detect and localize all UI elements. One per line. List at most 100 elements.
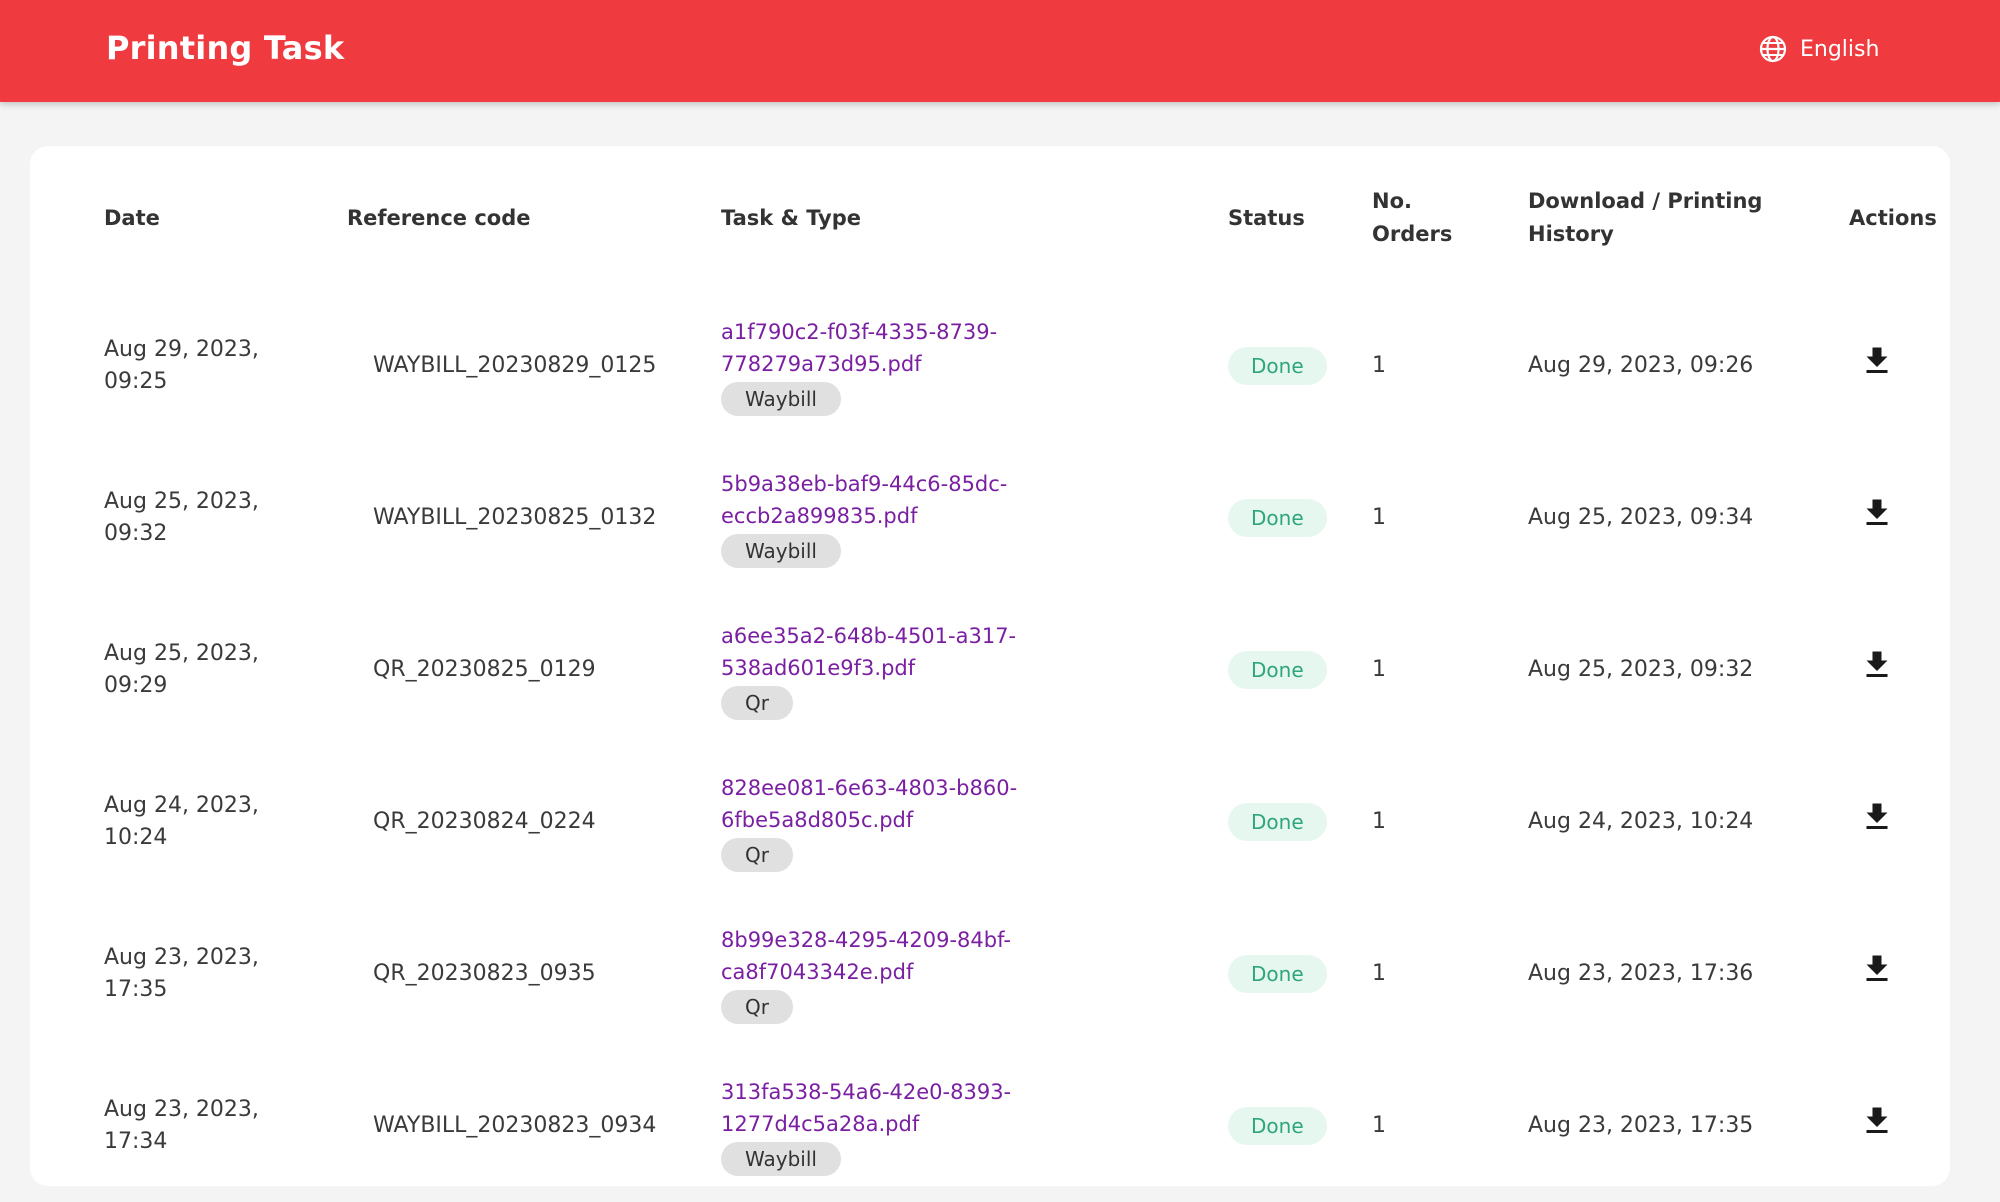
actions-cell xyxy=(1849,746,1950,898)
date-line2: 09:25 xyxy=(104,369,168,394)
date-cell: Aug 25, 2023, 09:32 xyxy=(30,442,347,594)
task-file-line2: 778279a73d95.pdf xyxy=(721,352,922,376)
reference-code: WAYBILL_20230829_0125 xyxy=(373,353,657,378)
column-header-actions: Actions xyxy=(1849,205,1937,230)
task-file-link[interactable]: 313fa538-54a6-42e0-8393- 1277d4c5a28a.pdf xyxy=(721,1076,1051,1140)
reference-code: WAYBILL_20230823_0934 xyxy=(373,1113,657,1138)
status-cell: Done xyxy=(1228,442,1372,594)
date-cell: Aug 24, 2023, 10:24 xyxy=(30,746,347,898)
task-file-line1: 828ee081-6e63-4803-b860- xyxy=(721,776,1018,800)
actions-cell xyxy=(1849,898,1950,1050)
download-icon[interactable] xyxy=(1859,951,1895,987)
column-header-no-orders-line1: No. xyxy=(1372,189,1412,213)
language-label: English xyxy=(1800,36,1880,62)
reference-code-cell: QR_20230825_0129 xyxy=(347,594,721,746)
history-cell: Aug 23, 2023, 17:35 xyxy=(1528,1113,1754,1138)
reference-code-cell: QR_20230824_0224 xyxy=(347,746,721,898)
task-cell: 828ee081-6e63-4803-b860- 6fbe5a8d805c.pdf… xyxy=(721,746,1228,898)
date-line1: Aug 23, 2023, xyxy=(104,945,259,970)
column-header-date[interactable]: Date xyxy=(30,146,347,290)
date-line2: 10:24 xyxy=(104,825,168,850)
date-line1: Aug 24, 2023, xyxy=(104,793,259,818)
history-cell: Aug 25, 2023, 09:34 xyxy=(1528,505,1754,530)
date-line2: 17:35 xyxy=(104,977,168,1002)
reference-code-cell: QR_20230823_0935 xyxy=(347,898,721,1050)
column-header-no-orders[interactable]: No. Orders xyxy=(1372,146,1528,290)
date-cell: Aug 23, 2023, 17:34 xyxy=(30,1050,347,1202)
task-type-chip: Waybill xyxy=(721,382,841,416)
reference-code-cell: WAYBILL_20230825_0132 xyxy=(347,442,721,594)
task-file-line2: eccb2a899835.pdf xyxy=(721,504,918,528)
task-cell: 313fa538-54a6-42e0-8393- 1277d4c5a28a.pdf… xyxy=(721,1050,1228,1202)
history-cell: Aug 25, 2023, 09:32 xyxy=(1528,657,1754,682)
actions-cell xyxy=(1849,1050,1950,1202)
download-icon[interactable] xyxy=(1859,1103,1895,1139)
status-cell: Done xyxy=(1228,898,1372,1050)
download-icon[interactable] xyxy=(1859,495,1895,531)
table-row: Aug 29, 2023, 09:25 WAYBILL_20230829_012… xyxy=(30,290,1950,442)
column-header-reference-code[interactable]: Reference code xyxy=(347,146,721,290)
task-file-line1: 8b99e328-4295-4209-84bf- xyxy=(721,928,1011,952)
language-selector[interactable]: English xyxy=(1758,30,1879,68)
table-row: Aug 23, 2023, 17:35 QR_20230823_0935 8b9… xyxy=(30,898,1950,1050)
status-cell: Done xyxy=(1228,746,1372,898)
task-type-chip: Qr xyxy=(721,686,793,720)
status-badge: Done xyxy=(1228,1107,1327,1145)
status-badge: Done xyxy=(1228,347,1327,385)
task-file-link[interactable]: a1f790c2-f03f-4335-8739- 778279a73d95.pdf xyxy=(721,316,1051,380)
table-row: Aug 24, 2023, 10:24 QR_20230824_0224 828… xyxy=(30,746,1950,898)
actions-cell xyxy=(1849,442,1950,594)
status-badge: Done xyxy=(1228,803,1327,841)
actions-cell xyxy=(1849,594,1950,746)
status-cell: Done xyxy=(1228,594,1372,746)
date-line1: Aug 25, 2023, xyxy=(104,641,259,666)
column-header-status[interactable]: Status xyxy=(1228,146,1372,290)
download-icon[interactable] xyxy=(1859,799,1895,835)
reference-code: WAYBILL_20230825_0132 xyxy=(373,505,657,530)
task-file-link[interactable]: a6ee35a2-648b-4501-a317- 538ad601e9f3.pdf xyxy=(721,620,1051,684)
orders-cell: 1 xyxy=(1372,809,1386,834)
page-title: Printing Task xyxy=(106,29,345,67)
column-header-history[interactable]: Download / Printing History xyxy=(1528,146,1849,290)
date-line2: 09:29 xyxy=(104,673,168,698)
task-cell: 8b99e328-4295-4209-84bf-ca8f7043342e.pdf… xyxy=(721,898,1228,1050)
printing-task-table: Date Reference code Task & Type Status N… xyxy=(30,146,1950,1202)
column-header-history-line2: History xyxy=(1528,222,1614,246)
orders-cell: 1 xyxy=(1372,961,1386,986)
history-cell: Aug 24, 2023, 10:24 xyxy=(1528,809,1754,834)
task-file-line1: 313fa538-54a6-42e0-8393- xyxy=(721,1080,1012,1104)
task-cell: a1f790c2-f03f-4335-8739- 778279a73d95.pdf… xyxy=(721,290,1228,442)
download-icon[interactable] xyxy=(1859,647,1895,683)
reference-code: QR_20230825_0129 xyxy=(373,657,596,682)
table-header-row: Date Reference code Task & Type Status N… xyxy=(30,146,1950,290)
task-file-line2: 6fbe5a8d805c.pdf xyxy=(721,808,914,832)
history-cell: Aug 23, 2023, 17:36 xyxy=(1528,961,1754,986)
globe-icon xyxy=(1758,34,1788,64)
status-badge: Done xyxy=(1228,499,1327,537)
task-file-line2: 1277d4c5a28a.pdf xyxy=(721,1112,920,1136)
reference-code-cell: WAYBILL_20230829_0125 xyxy=(347,290,721,442)
date-line2: 17:34 xyxy=(104,1129,168,1154)
date-line1: Aug 29, 2023, xyxy=(104,337,259,362)
table-row: Aug 25, 2023, 09:29 QR_20230825_0129 a6e… xyxy=(30,594,1950,746)
date-line2: 09:32 xyxy=(104,521,168,546)
orders-cell: 1 xyxy=(1372,657,1386,682)
column-header-task-type[interactable]: Task & Type xyxy=(721,146,1228,290)
task-file-line1: 5b9a38eb-baf9-44c6-85dc- xyxy=(721,472,1008,496)
actions-cell xyxy=(1849,290,1950,442)
date-line1: Aug 23, 2023, xyxy=(104,1097,259,1122)
reference-code: QR_20230824_0224 xyxy=(373,809,596,834)
date-line1: Aug 25, 2023, xyxy=(104,489,259,514)
table-row: Aug 25, 2023, 09:32 WAYBILL_20230825_013… xyxy=(30,442,1950,594)
orders-cell: 1 xyxy=(1372,505,1386,530)
task-file-link[interactable]: 8b99e328-4295-4209-84bf-ca8f7043342e.pdf xyxy=(721,924,1051,988)
date-cell: Aug 29, 2023, 09:25 xyxy=(30,290,347,442)
task-file-line2: 538ad601e9f3.pdf xyxy=(721,656,916,680)
status-badge: Done xyxy=(1228,955,1327,993)
download-icon[interactable] xyxy=(1859,343,1895,379)
status-badge: Done xyxy=(1228,651,1327,689)
table-row: Aug 23, 2023, 17:34 WAYBILL_20230823_093… xyxy=(30,1050,1950,1202)
task-file-link[interactable]: 828ee081-6e63-4803-b860- 6fbe5a8d805c.pdf xyxy=(721,772,1051,836)
task-file-link[interactable]: 5b9a38eb-baf9-44c6-85dc-eccb2a899835.pdf xyxy=(721,468,1051,532)
date-cell: Aug 25, 2023, 09:29 xyxy=(30,594,347,746)
